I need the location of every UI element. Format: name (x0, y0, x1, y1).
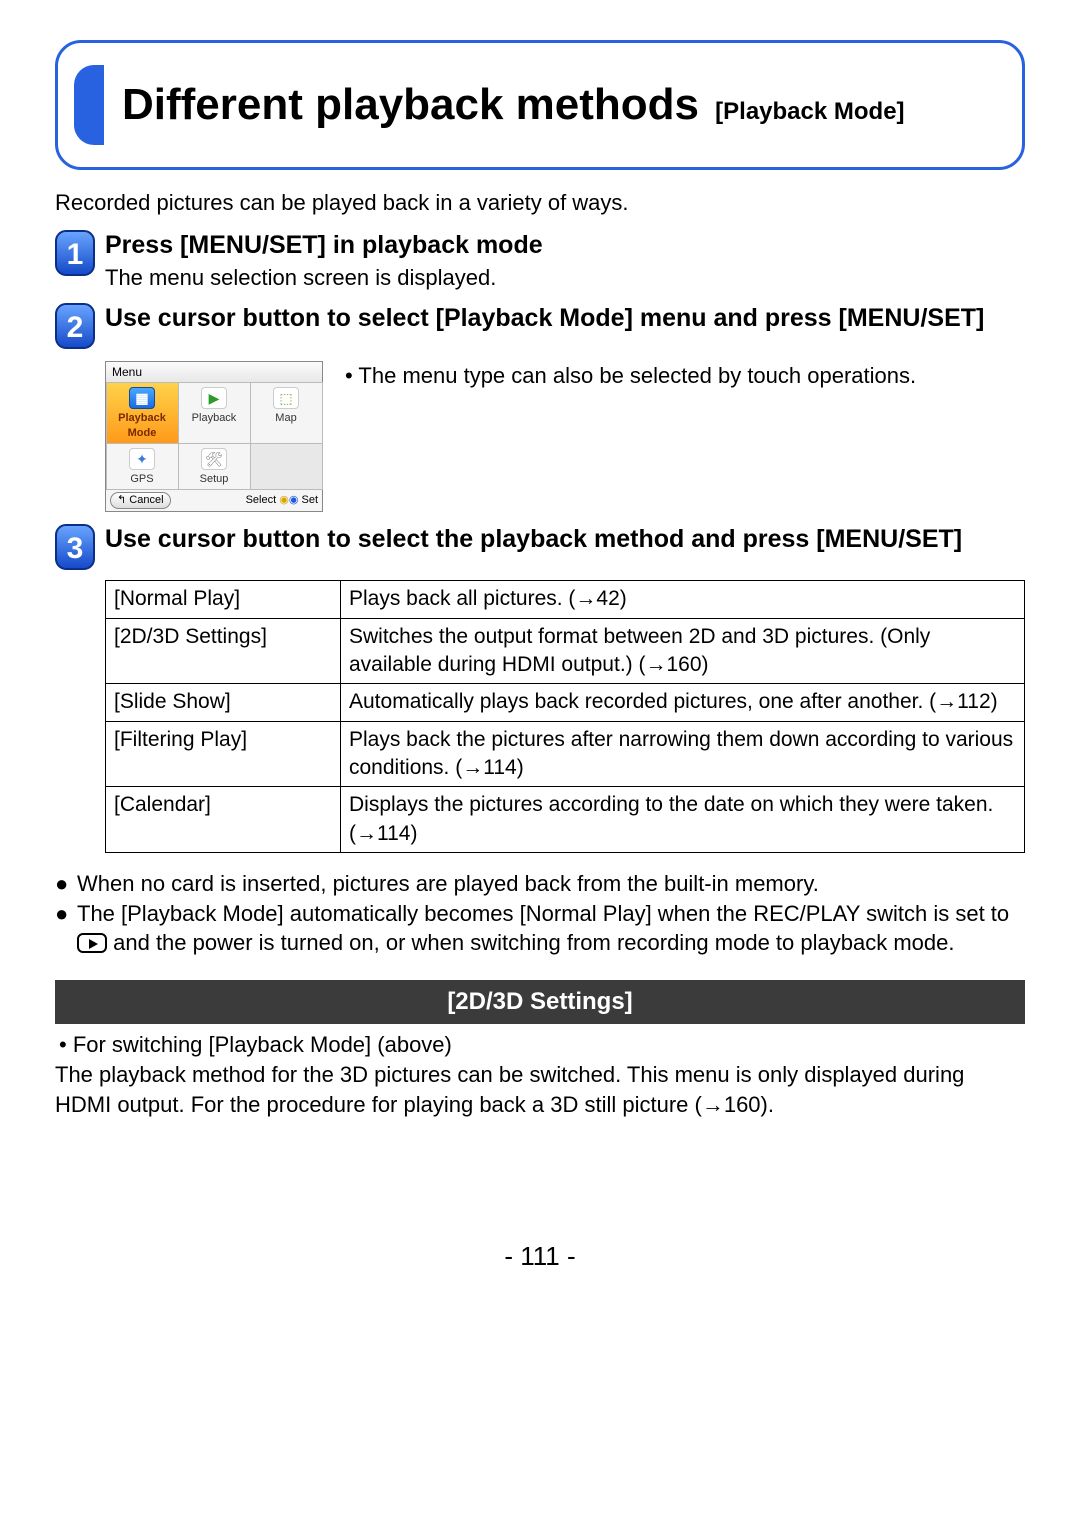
select-dot-icon: ◉ (279, 494, 289, 506)
table-row: [2D/3D Settings] Switches the output for… (106, 618, 1025, 684)
note-2-text: The [Playback Mode] automatically become… (77, 899, 1025, 958)
step-3: 3 Use cursor button to select the playba… (55, 524, 1025, 570)
method-desc: Displays the pictures according to the d… (341, 787, 1025, 853)
page-title: Different playback methods (122, 80, 699, 129)
bullet-dot-icon: ● (55, 899, 77, 958)
step-3-icon: 3 (55, 524, 95, 570)
menu-label-setup: Setup (181, 472, 248, 487)
playback-methods-table: [Normal Play] Plays back all pictures. (… (105, 580, 1025, 853)
title-box: Different playback methods [Playback Mod… (55, 40, 1025, 170)
menu-footer: ↰ Cancel Select ◉◉ Set (106, 489, 322, 511)
play-mode-icon (77, 933, 107, 953)
method-desc: Plays back the pictures after narrowing … (341, 721, 1025, 787)
note-1-text: When no card is inserted, pictures are p… (77, 869, 1025, 899)
step-1: 1 Press [MENU/SET] in playback mode The … (55, 230, 1025, 293)
menu-cell-empty (250, 443, 323, 490)
table-row: [Slide Show] Automatically plays back re… (106, 684, 1025, 721)
notes-list: ● When no card is inserted, pictures are… (55, 869, 1025, 958)
menu-select-set: Select ◉◉ Set (246, 493, 318, 508)
method-name: [Calendar] (106, 787, 341, 853)
table-row: [Normal Play] Plays back all pictures. (… (106, 581, 1025, 618)
menu-label-playback: Playback (181, 411, 248, 426)
menu-label-playback-mode: Playback Mode (109, 411, 176, 441)
bullet-dot-icon: ● (55, 869, 77, 899)
map-icon: ⬚ (273, 387, 299, 409)
menu-cell-map[interactable]: ⬚ Map (250, 382, 323, 444)
method-desc: Switches the output format between 2D an… (341, 618, 1025, 684)
step-2-touch-note: • The menu type can also be selected by … (345, 361, 916, 391)
method-name: [Filtering Play] (106, 721, 341, 787)
menu-label-map: Map (253, 411, 320, 426)
step-2-title: Use cursor button to select [Playback Mo… (105, 303, 1025, 334)
menu-set-label: Set (301, 494, 318, 506)
svg-text:2: 2 (67, 311, 84, 344)
table-row: [Filtering Play] Plays back the pictures… (106, 721, 1025, 787)
menu-cell-playback[interactable]: ▶ Playback (178, 382, 251, 444)
section-heading-2d3d: [2D/3D Settings] (55, 980, 1025, 1024)
table-row: [Calendar] Displays the pictures accordi… (106, 787, 1025, 853)
section-body: The playback method for the 3D pictures … (55, 1060, 1025, 1119)
svg-text:3: 3 (67, 532, 84, 565)
note-2a: The [Playback Mode] automatically become… (77, 901, 1009, 926)
step-2-icon: 2 (55, 303, 95, 349)
step-1-icon: 1 (55, 230, 95, 276)
step-1-desc: The menu selection screen is displayed. (105, 263, 1025, 293)
note-2b: and the power is turned on, or when swit… (113, 930, 954, 955)
title-accent-tab (74, 65, 104, 145)
step-1-title: Press [MENU/SET] in playback mode (105, 230, 1025, 261)
method-name: [2D/3D Settings] (106, 618, 341, 684)
playback-mode-icon: ▦ (129, 387, 155, 409)
menu-select-label: Select (246, 494, 277, 506)
menu-screenshot: Menu ▦ Playback Mode ▶ Playback ⬚ Map ✦ … (105, 361, 323, 513)
method-name: [Slide Show] (106, 684, 341, 721)
note-item: ● When no card is inserted, pictures are… (55, 869, 1025, 899)
intro-text: Recorded pictures can be played back in … (55, 188, 1025, 218)
menu-cell-setup[interactable]: 🛠 Setup (178, 443, 251, 490)
title-wrap: Different playback methods [Playback Mod… (122, 75, 905, 134)
setup-icon: 🛠 (201, 448, 227, 470)
method-name: [Normal Play] (106, 581, 341, 618)
method-desc: Plays back all pictures. (→42) (341, 581, 1025, 618)
menu-header: Menu (106, 362, 322, 383)
playback-icon: ▶ (201, 387, 227, 409)
gps-icon: ✦ (129, 448, 155, 470)
section-bullet: • For switching [Playback Mode] (above) (59, 1030, 1025, 1060)
menu-cell-gps[interactable]: ✦ GPS (106, 443, 179, 490)
step-2: 2 Use cursor button to select [Playback … (55, 303, 1025, 349)
set-dot-icon: ◉ (289, 494, 302, 506)
page-number: - 111 - (55, 1239, 1025, 1274)
step-3-title: Use cursor button to select the playback… (105, 524, 1025, 555)
note-item: ● The [Playback Mode] automatically beco… (55, 899, 1025, 958)
menu-cancel[interactable]: ↰ Cancel (110, 492, 171, 509)
page-title-sub: [Playback Mode] (715, 98, 904, 125)
menu-grid: ▦ Playback Mode ▶ Playback ⬚ Map ✦ GPS 🛠… (106, 383, 322, 490)
menu-label-gps: GPS (109, 472, 176, 487)
menu-cell-playback-mode[interactable]: ▦ Playback Mode (106, 382, 179, 444)
method-desc: Automatically plays back recorded pictur… (341, 684, 1025, 721)
step-2-subrow: Menu ▦ Playback Mode ▶ Playback ⬚ Map ✦ … (105, 361, 1025, 513)
svg-text:1: 1 (67, 238, 84, 271)
